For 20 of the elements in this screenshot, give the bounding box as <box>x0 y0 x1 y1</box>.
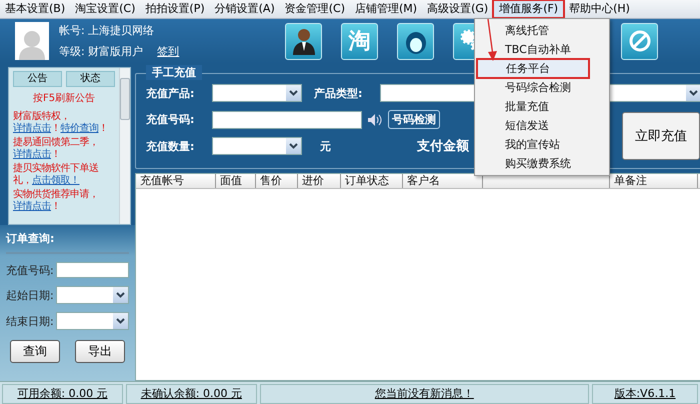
account-label: 帐号: <box>59 24 85 37</box>
field-label: 结束日期: <box>6 314 54 328</box>
field-label: 充值号码: <box>6 262 54 278</box>
field-label: 充值数量: <box>146 138 196 154</box>
field-label: 产品类型: <box>314 86 364 100</box>
field-label: 充值号码: <box>146 112 196 127</box>
account-name: 上海捷贝网络 <box>88 24 154 37</box>
payment-label: 支付金额 <box>417 138 469 155</box>
notice-text: 财富版特权， 详情点击！特价查询！ <box>13 111 109 135</box>
field-label: 起始日期: <box>6 288 54 302</box>
level-value: 财富版用户 <box>88 45 144 58</box>
notice-text: 实物供货推荐申请， 详情点击！ <box>13 189 100 213</box>
notice-text: 捷贝实物软件下单送礼，点击领取！ <box>13 163 100 187</box>
unit-label: 元 <box>320 138 331 154</box>
group-title: 手工充值 <box>146 65 202 80</box>
notice-text: 捷易通回馈第二季， 详情点击！ <box>13 137 100 161</box>
field-label: 充值产品: <box>146 86 196 100</box>
level-label: 等级: <box>59 45 85 58</box>
refresh-hint: 按F5刷新公告 <box>32 92 96 105</box>
section-title: 订单查询: <box>6 231 129 254</box>
